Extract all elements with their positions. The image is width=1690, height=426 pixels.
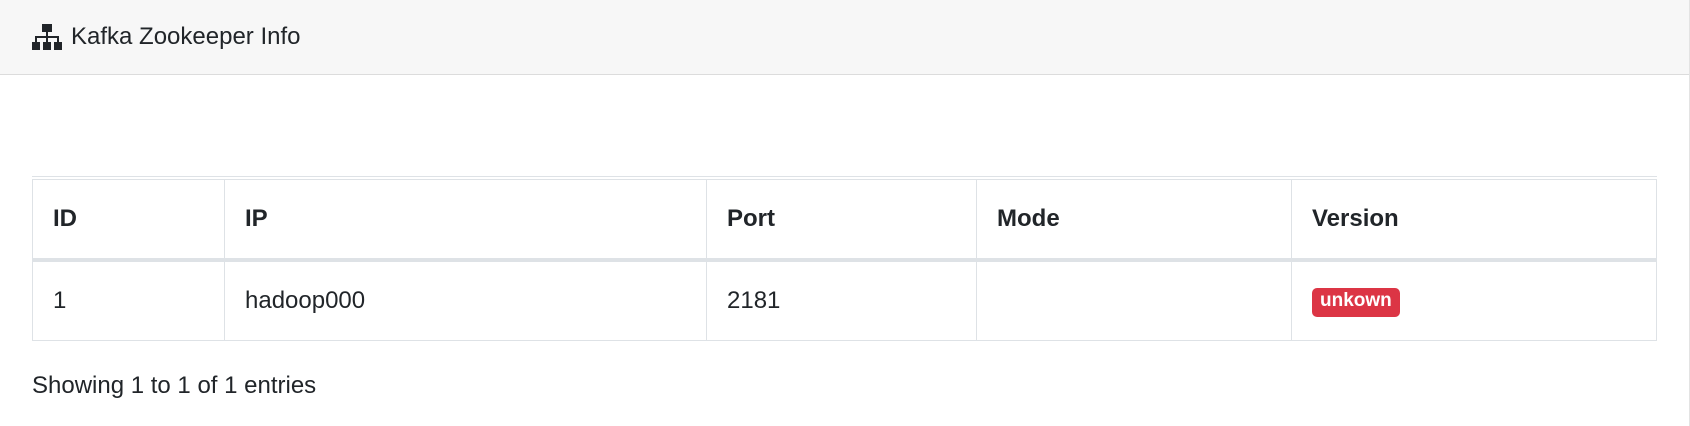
table-info: Showing 1 to 1 of 1 entries — [32, 372, 317, 399]
table-header-row: ID IP Port Mode Version — [32, 178, 1657, 262]
cell-port: 2181 — [706, 260, 977, 341]
column-header-mode[interactable]: Mode — [976, 178, 1292, 262]
zookeeper-table-wrapper: ID IP Port Mode Version 1 hadoop000 2181… — [32, 176, 1657, 341]
cell-id: 1 — [32, 260, 225, 341]
column-header-id[interactable]: ID — [32, 178, 225, 262]
cell-mode — [976, 260, 1292, 341]
column-header-ip[interactable]: IP — [224, 178, 707, 262]
table-row: 1 hadoop000 2181 unkown — [32, 260, 1657, 341]
card-header: Kafka Zookeeper Info — [0, 0, 1690, 75]
sitemap-icon — [32, 24, 62, 50]
cell-version: unkown — [1291, 260, 1657, 341]
zookeeper-table: ID IP Port Mode Version 1 hadoop000 2181… — [32, 176, 1657, 341]
page-title: Kafka Zookeeper Info — [71, 23, 301, 50]
cell-ip: hadoop000 — [224, 260, 707, 341]
column-header-port[interactable]: Port — [706, 178, 977, 262]
version-badge: unkown — [1312, 288, 1400, 317]
column-header-version[interactable]: Version — [1291, 178, 1657, 262]
